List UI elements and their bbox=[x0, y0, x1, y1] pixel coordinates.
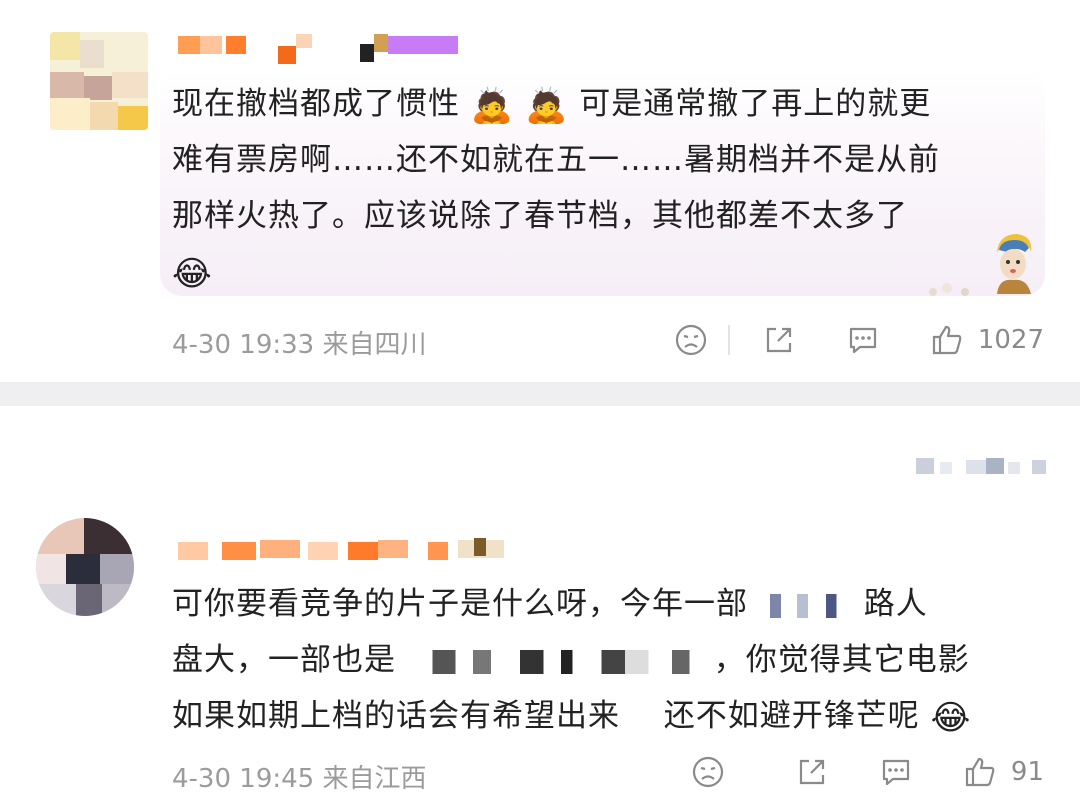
comment-icon bbox=[849, 327, 876, 354]
text-segment: 路人 bbox=[863, 586, 928, 622]
comment-divider bbox=[0, 382, 1080, 406]
laughing-tears-emoji-icon: 😂 bbox=[172, 253, 213, 294]
like-count: 1027 bbox=[977, 325, 1044, 355]
dislike-button[interactable] bbox=[674, 323, 708, 357]
comment-location: 来自江西 bbox=[322, 764, 427, 794]
comment-actions: 91 bbox=[691, 752, 1044, 792]
comment-line: 盘大，一部也是 ，你觉得其它电影 bbox=[172, 632, 971, 688]
like-icon bbox=[932, 325, 962, 355]
text-segment: 还不如避开锋芒呢 bbox=[663, 698, 920, 734]
dislike-button[interactable] bbox=[691, 755, 725, 789]
comment-actions: 1027 bbox=[674, 320, 1044, 360]
comment-line: 那样火热了。应该说除了春节档，其他都差不太多了 bbox=[172, 198, 908, 234]
like-button[interactable]: 1027 bbox=[930, 323, 1044, 357]
comment-location: 来自四川 bbox=[322, 330, 427, 360]
text-segment: 现在撤档都成了惯性 bbox=[172, 86, 460, 122]
avatar[interactable] bbox=[36, 518, 134, 616]
comment-line: 现在撤档都成了惯性 🙇 🙇 可是通常撤了再上的就更 bbox=[172, 76, 940, 132]
comment-line: 😂 bbox=[172, 244, 940, 300]
comment-button[interactable] bbox=[879, 755, 913, 789]
share-button[interactable] bbox=[762, 323, 796, 357]
comment-2: 可你要看竞争的片子是什么呀，今年一部 路人 盘大，一部也是 ，你觉得其它电影 如… bbox=[0, 406, 1080, 809]
comment-meta: 4-30 19:33 来自四川 bbox=[172, 324, 426, 361]
like-button[interactable]: 91 bbox=[963, 755, 1044, 789]
bow-emoji-icon: 🙇 bbox=[470, 85, 515, 126]
comment-time: 4-30 19:33 bbox=[172, 330, 315, 360]
comment-line: 难有票房啊……还不如就在五一……暑期档并不是从前 bbox=[172, 142, 940, 178]
share-icon bbox=[766, 327, 791, 353]
bow-emoji-icon: 🙇 bbox=[525, 85, 569, 126]
comment-time: 4-30 19:45 bbox=[172, 764, 315, 794]
text-segment: ，你觉得其它电影 bbox=[713, 642, 970, 678]
share-button[interactable] bbox=[795, 755, 829, 789]
redacted-block bbox=[408, 649, 701, 674]
comment-icon bbox=[882, 759, 910, 786]
redacted-block bbox=[760, 593, 851, 618]
comment-1: 现在撤档都成了惯性 🙇 🙇 可是通常撤了再上的就更 难有票房啊……还不如就在五一… bbox=[0, 0, 1080, 382]
comment-button[interactable] bbox=[846, 323, 880, 357]
comment-line: 可你要看竞争的片子是什么呀，今年一部 路人 bbox=[172, 576, 971, 632]
dislike-icon bbox=[675, 324, 706, 356]
comment-line: 如果如期上档的话会有希望出来 还不如避开锋芒呢 😂 bbox=[172, 688, 971, 744]
share-icon bbox=[799, 759, 825, 785]
like-icon bbox=[965, 757, 995, 787]
crying-laughing-emoji-icon: 😂 bbox=[930, 697, 972, 738]
avatar[interactable] bbox=[50, 32, 148, 130]
text-segment: 可你要看竞争的片子是什么呀，今年一部 bbox=[172, 586, 748, 622]
comment-meta: 4-30 19:45 来自江西 bbox=[172, 758, 426, 795]
divider bbox=[727, 325, 730, 355]
girl-with-pearl-sticker-icon bbox=[997, 234, 1032, 294]
dislike-icon bbox=[692, 756, 724, 788]
text-segment: 如果如期上档的话会有希望出来 bbox=[172, 698, 620, 734]
like-count: 91 bbox=[1010, 757, 1044, 787]
text-segment: 可是通常撤了再上的就更 bbox=[579, 86, 932, 122]
comment-text: 可你要看竞争的片子是什么呀，今年一部 路人 盘大，一部也是 ，你觉得其它电影 如… bbox=[172, 576, 971, 744]
comment-text: 现在撤档都成了惯性 🙇 🙇 可是通常撤了再上的就更 难有票房啊……还不如就在五一… bbox=[172, 76, 940, 300]
text-segment: 盘大，一部也是 bbox=[172, 642, 396, 678]
